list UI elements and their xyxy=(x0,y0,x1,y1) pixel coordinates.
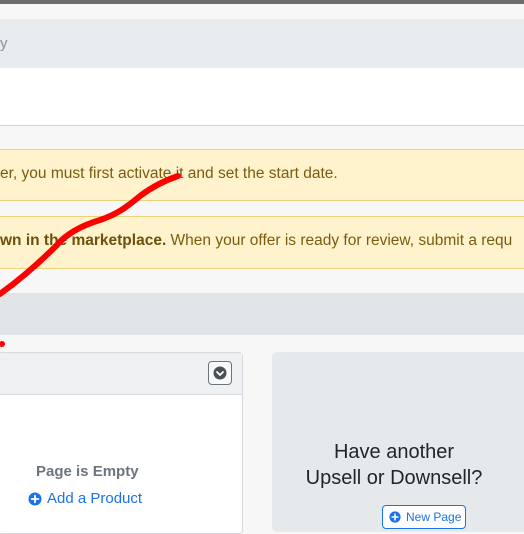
plus-circle-icon xyxy=(28,492,42,505)
breadcrumb: y xyxy=(0,35,8,52)
section-header xyxy=(0,293,524,335)
new-page-label: New Page xyxy=(406,510,462,524)
marketplace-alert: wn in the marketplace. When your offer i… xyxy=(0,216,524,269)
chevron-down-icon xyxy=(213,366,227,380)
upsell-title-line1: Have another xyxy=(333,441,455,463)
page-empty-title: Page is Empty xyxy=(36,463,139,480)
breadcrumb-bar xyxy=(0,19,524,68)
marketplace-alert-bold: wn in the marketplace. xyxy=(0,232,167,249)
content-header xyxy=(0,68,524,126)
add-product-link[interactable]: Add a Product xyxy=(28,490,142,507)
add-product-label: Add a Product xyxy=(47,490,143,507)
collapse-toggle-button[interactable] xyxy=(208,361,232,385)
activation-alert: er, you must first activate it and set t… xyxy=(0,149,524,201)
upsell-title-line2: Upsell or Downsell? xyxy=(305,467,483,489)
marketplace-alert-text: wn in the marketplace. When your offer i… xyxy=(0,232,512,250)
window-top-border xyxy=(0,0,524,4)
activation-alert-text: er, you must first activate it and set t… xyxy=(0,165,338,182)
marketplace-alert-body: When your offer is ready for review, sub… xyxy=(166,232,513,249)
page-card-header xyxy=(0,353,242,395)
new-page-button[interactable]: New Page xyxy=(382,505,466,529)
plus-circle-icon xyxy=(389,511,401,523)
upsell-title: Have another Upsell or Downsell? xyxy=(272,439,516,491)
